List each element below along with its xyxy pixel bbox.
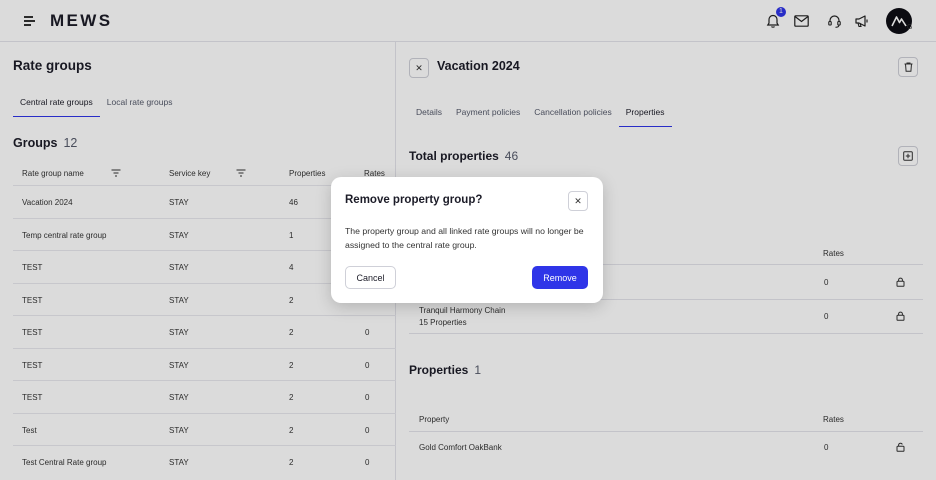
dialog-message: The property group and all linked rate g…: [345, 226, 584, 250]
remove-property-group-dialog: Remove property group? ✕ The property gr…: [331, 177, 603, 303]
dialog-title: Remove property group?: [345, 194, 483, 206]
dialog-close-button[interactable]: ✕: [568, 191, 588, 211]
remove-button[interactable]: Remove: [532, 266, 588, 289]
cancel-button[interactable]: Cancel: [345, 266, 396, 289]
close-icon: ✕: [574, 195, 582, 206]
